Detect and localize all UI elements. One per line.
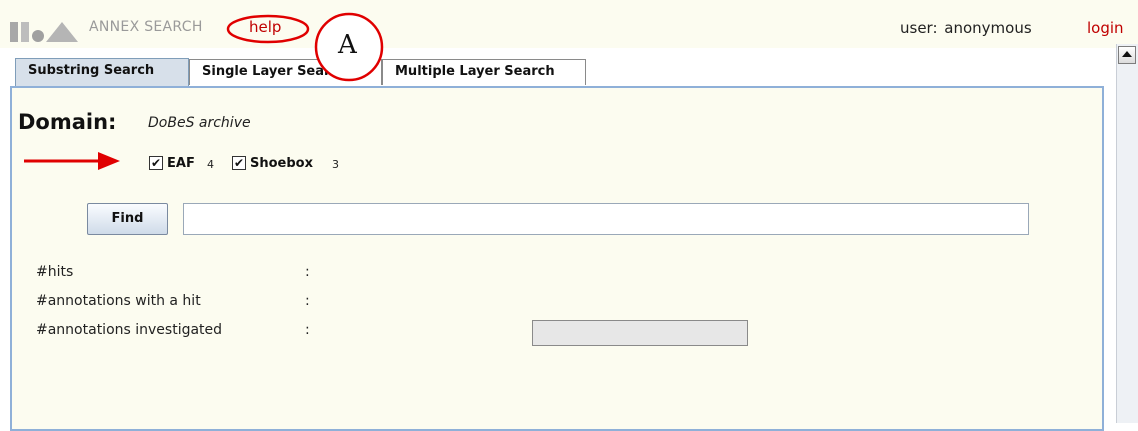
tab-single-layer-search[interactable]: Single Layer Search [189,59,382,85]
hits-label: #hits [36,264,74,280]
progress-bar [532,320,748,346]
shoebox-checkbox[interactable]: ✔ [232,156,246,170]
check-icon: ✔ [233,156,245,170]
login-link[interactable]: login [1087,19,1124,37]
annotations-with-hit-colon: : [305,293,310,309]
tab-label: Substring Search [28,63,155,78]
header-bar: ANNEX SEARCH help user: anonymous login [0,0,1138,48]
user-status: user: anonymous [900,19,1032,37]
annotations-investigated-label: #annotations investigated [36,322,223,338]
hits-colon: : [305,264,310,280]
tab-label: Multiple Layer Search [395,64,555,79]
app-title: ANNEX SEARCH [89,19,203,35]
scroll-up-button[interactable] [1118,46,1136,64]
domain-label: Domain: [18,110,117,134]
shoebox-count: 3 [332,158,339,171]
tab-multiple-layer-search[interactable]: Multiple Layer Search [382,59,586,85]
arrow-up-icon [1122,51,1132,57]
vertical-scrollbar[interactable] [1116,44,1138,423]
tab-substring-search[interactable]: Substring Search [15,58,189,86]
annotations-with-hit-label: #annotations with a hit [36,293,201,309]
tab-label: Single Layer Search [202,64,348,79]
search-input[interactable] [183,203,1029,235]
domain-value: DoBeS archive [148,115,251,131]
check-icon: ✔ [150,156,162,170]
find-button[interactable]: Find [87,203,168,235]
help-link[interactable]: help [249,18,281,36]
eaf-label: EAF [167,156,195,171]
shoebox-label: Shoebox [250,156,313,171]
annex-logo-icon [10,22,78,42]
substring-search-panel: Domain: DoBeS archive ✔ EAF 4 ✔ Shoebox … [10,86,1104,431]
eaf-count: 4 [207,158,214,171]
eaf-checkbox[interactable]: ✔ [149,156,163,170]
annotations-investigated-colon: : [305,322,310,338]
